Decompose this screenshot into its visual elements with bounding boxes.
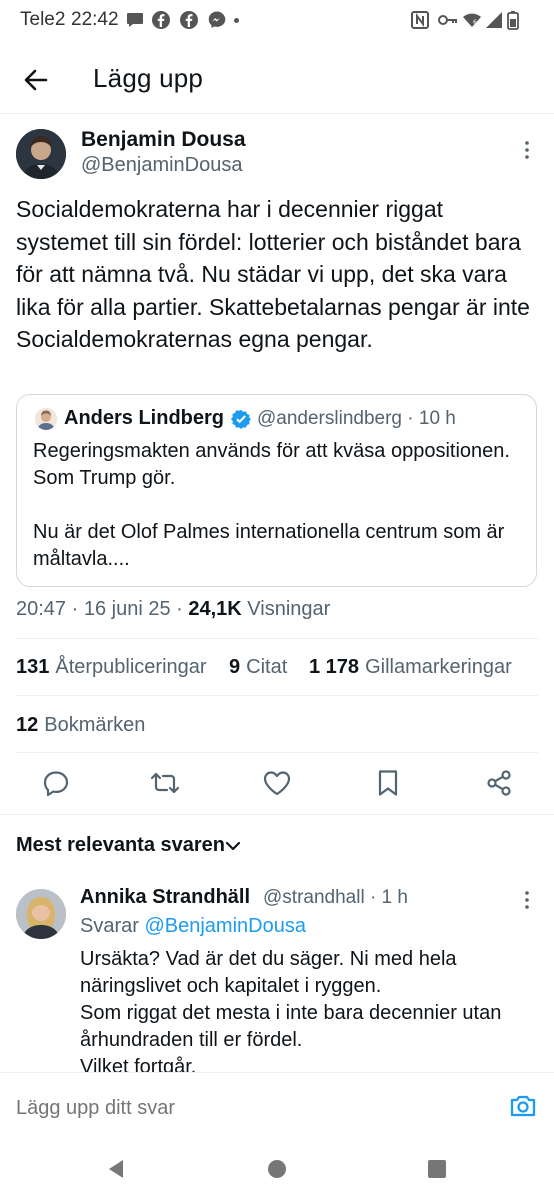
bookmark-icon — [378, 770, 398, 796]
more-vertical-icon — [525, 141, 529, 159]
tweet-timestamp: 20:47 · 16 juni 25 · 24,1K Visningar — [16, 598, 330, 621]
verified-badge-icon — [231, 409, 251, 429]
reply-sort-dropdown[interactable]: Mest relevanta svaren — [16, 834, 225, 857]
svg-text:6: 6 — [473, 19, 477, 26]
heart-icon — [263, 771, 291, 796]
page-title: Lägg upp — [93, 63, 204, 93]
share-button[interactable] — [484, 768, 514, 798]
reply-more-options-button[interactable] — [524, 890, 530, 910]
nav-back-icon — [109, 1160, 123, 1178]
header-divider — [0, 113, 554, 114]
nav-home-icon — [268, 1160, 286, 1178]
chevron-down-icon[interactable] — [223, 836, 243, 856]
arrow-left-icon — [24, 69, 48, 91]
reply-composer — [0, 1072, 554, 1135]
system-navigation-bar — [0, 1134, 554, 1200]
camera-button[interactable] — [509, 1093, 537, 1119]
bookmark-button[interactable] — [373, 768, 403, 798]
quotes-label: Citat — [246, 656, 288, 678]
clock: 22:42 — [71, 9, 119, 30]
reposts-count: 131 — [16, 656, 50, 678]
author-avatar[interactable] — [16, 129, 66, 179]
nav-recents-icon — [428, 1160, 446, 1178]
facebook-icon — [151, 10, 171, 30]
reply-text: Ursäkta? Vad är det du säger. Ni med hel… — [80, 948, 502, 1072]
more-options-button[interactable] — [524, 140, 530, 160]
divider — [16, 752, 538, 753]
author-name[interactable]: Benjamin Dousa — [81, 128, 246, 152]
likes-label: Gillamarkeringar — [365, 656, 512, 678]
carrier-label: Tele2 — [20, 9, 66, 30]
messenger-icon — [207, 10, 227, 30]
nfc-icon — [410, 10, 430, 30]
replying-to-prefix: Svarar — [80, 915, 145, 937]
battery-icon — [507, 10, 527, 30]
reply-icon — [43, 771, 69, 797]
quoted-tweet[interactable]: Anders Lindberg @anderslindberg · 10 h R… — [16, 394, 537, 587]
nav-home-button[interactable] — [268, 1160, 286, 1178]
quotes-count: 9 — [229, 656, 241, 678]
repost-icon — [150, 772, 180, 794]
views-label: Visningar — [241, 598, 331, 620]
quoted-author-avatar — [35, 408, 57, 430]
quoted-author-name: Anders Lindberg — [64, 407, 225, 429]
bookmarks-label: Bokmärken — [44, 714, 146, 736]
replying-to: Svarar @BenjaminDousa — [80, 915, 306, 938]
key-icon — [437, 10, 457, 30]
bookmarks-count: 12 — [16, 714, 39, 736]
repost-button[interactable] — [150, 768, 180, 798]
quoted-tweet-text: Regeringsmakten används för att kväsa op… — [33, 440, 510, 570]
reposts-label: Återpubliceringar — [55, 656, 207, 678]
signal-icon — [484, 10, 504, 30]
likes-count: 1 178 — [309, 656, 360, 678]
divider — [16, 695, 538, 696]
facebook-icon — [179, 10, 199, 30]
reply-input[interactable] — [16, 1097, 476, 1120]
notification-dot — [234, 18, 239, 23]
chat-bubble-icon — [125, 10, 145, 30]
replying-to-link[interactable]: @BenjaminDousa — [144, 915, 306, 937]
like-button[interactable] — [262, 768, 292, 798]
share-icon — [487, 770, 511, 796]
camera-icon — [510, 1095, 536, 1117]
divider — [16, 638, 538, 639]
reposts-stat[interactable]: 131 Återpubliceringar — [16, 656, 207, 679]
reply-button[interactable] — [41, 768, 71, 798]
reply-author-name[interactable]: Annika Strandhäll — [80, 886, 250, 909]
divider — [0, 814, 554, 815]
wifi-icon: 6 — [462, 10, 482, 30]
more-vertical-icon — [525, 891, 529, 909]
likes-stat[interactable]: 1 178 Gillamarkeringar — [309, 656, 512, 679]
author-handle[interactable]: @BenjaminDousa — [81, 154, 243, 177]
status-bar: Tele2 22:42 6 — [0, 0, 554, 42]
bookmarks-stat[interactable]: 12 Bokmärken — [16, 714, 145, 737]
nav-back-button[interactable] — [106, 1159, 126, 1179]
tweet-text: Socialdemokraterna har i decennier rigga… — [16, 196, 530, 352]
quotes-stat[interactable]: 9 Citat — [229, 656, 287, 679]
nav-recents-button[interactable] — [428, 1160, 446, 1178]
reply-author-avatar[interactable] — [16, 889, 66, 939]
timestamp-text: 20:47 · 16 juni 25 · — [16, 598, 189, 620]
views-count: 24,1K — [188, 598, 242, 620]
back-button[interactable] — [20, 64, 52, 96]
quoted-tweet-meta: @anderslindberg · 10 h — [257, 408, 456, 429]
reply-meta: @strandhall · 1 h — [263, 887, 408, 908]
